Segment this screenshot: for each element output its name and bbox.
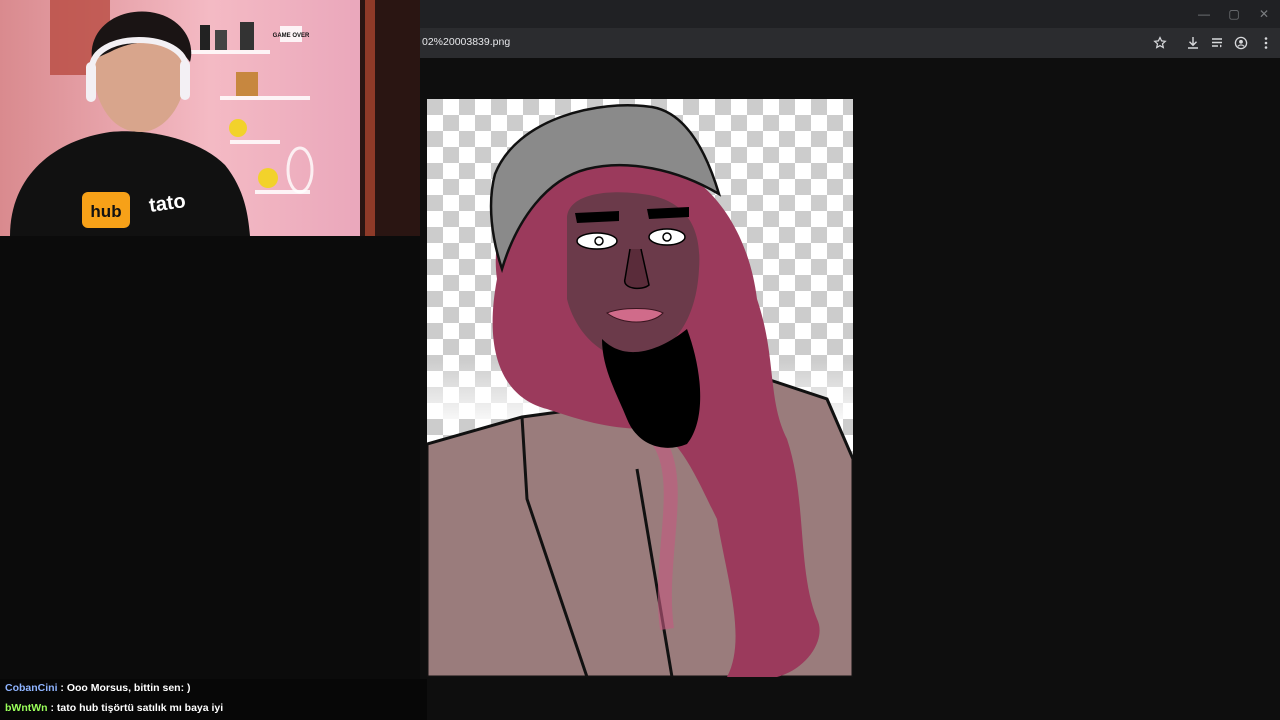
displayed-drawing-image <box>427 99 853 677</box>
browser-titlebar: — ▢ ✕ <box>420 0 1280 28</box>
reading-list-icon[interactable] <box>1207 33 1227 53</box>
maximize-button[interactable]: ▢ <box>1226 6 1242 22</box>
left-eye <box>576 232 618 250</box>
chat-message-text: Ooo Morsus, bittin sen: ) <box>66 682 191 694</box>
download-icon[interactable] <box>1183 33 1203 53</box>
profile-icon[interactable] <box>1231 33 1251 53</box>
chat-username: bWntWn <box>5 702 48 714</box>
right-eye <box>648 228 686 246</box>
game-over-sticker: GAME OVER <box>273 33 310 39</box>
chat-message: CobanCini : Ooo Morsus, bittin sen: ) <box>5 682 191 694</box>
browser-toolbar: 02%20003839.png <box>420 28 1280 58</box>
address-bar-url[interactable]: 02%20003839.png <box>422 36 510 48</box>
star-icon[interactable] <box>1150 33 1170 53</box>
chat-overlay: CobanCini : Ooo Morsus, bittin sen: ) bW… <box>0 679 427 720</box>
close-button[interactable]: ✕ <box>1256 6 1272 22</box>
shirt-text-left: hub <box>90 202 121 221</box>
chat-message-text: tato hub tişörtü satılık mı baya iyi <box>56 702 224 714</box>
chat-message: bWntWn : tato hub tişörtü satılık mı bay… <box>5 702 224 714</box>
minimize-button[interactable]: — <box>1196 6 1212 22</box>
menu-icon[interactable] <box>1256 33 1276 53</box>
webcam-overlay: GAME OVER hub tato <box>0 0 420 236</box>
chat-username: CobanCini <box>5 682 58 694</box>
